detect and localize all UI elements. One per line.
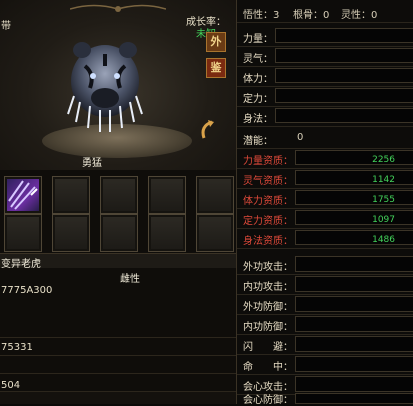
combat-row-inner-defense: 内功防御： bbox=[237, 314, 413, 335]
combat-field-crit-defense bbox=[295, 393, 413, 404]
combat-field-crit-attack bbox=[295, 376, 413, 392]
skill-slot-2[interactable] bbox=[52, 176, 90, 214]
talent-row: 悟性：3 根骨：0 灵性：0 bbox=[237, 0, 413, 23]
num-row-1: 75331 bbox=[0, 338, 236, 356]
stat-row-spirit: 灵气： bbox=[237, 46, 413, 67]
tiger-pet-image bbox=[67, 42, 143, 132]
pet-gender: 雌性 bbox=[120, 274, 140, 285]
aptitude-label-spirit: 灵气资质： bbox=[243, 176, 293, 187]
pet-portrait-area: 带 成长率： 未知 外 鉴 bbox=[0, 0, 236, 171]
aptitude-row-strength: 力量资质： 2256 bbox=[237, 148, 413, 169]
lightning-skill-icon bbox=[8, 180, 38, 210]
aptitude-row-agility: 身法资质： 1486 bbox=[237, 228, 413, 249]
aptitude-value-spirit: 1142 bbox=[372, 175, 395, 185]
combat-field-inner-defense bbox=[295, 316, 413, 332]
aptitude-value-strength: 2256 bbox=[372, 155, 395, 165]
spirit-value: 灵性：0 bbox=[341, 10, 378, 21]
pet-trait: 勇猛 bbox=[82, 158, 102, 169]
aptitude-label-vitality: 体力资质： bbox=[243, 196, 293, 207]
pet-attributes-panel: 悟性：3 根骨：0 灵性：0 力量： 灵气： 体力： 定力： 身法： 潜能： 0… bbox=[236, 0, 413, 406]
pet-left-panel: 带 成长率： 未知 外 鉴 bbox=[0, 0, 236, 404]
stat-label-agility: 身法： bbox=[243, 114, 273, 125]
aptitude-bar-spirit: 1142 bbox=[295, 170, 413, 185]
pet-id: 7775A300 bbox=[1, 285, 53, 296]
aptitude-value-vitality: 1755 bbox=[372, 195, 395, 205]
skill-slot-8[interactable] bbox=[100, 214, 138, 252]
skill-slot-3[interactable] bbox=[100, 176, 138, 214]
appraise-button[interactable]: 鉴 bbox=[206, 58, 226, 78]
aptitude-label-focus: 定力资质： bbox=[243, 216, 293, 227]
stat-field-strength bbox=[275, 28, 413, 43]
skill-slot-7[interactable] bbox=[52, 214, 90, 252]
combat-row-hit: 命 中： bbox=[237, 354, 413, 375]
skill-slot-6[interactable] bbox=[4, 214, 42, 252]
stat-field-focus bbox=[275, 88, 413, 103]
combat-row-dodge: 闪 避： bbox=[237, 334, 413, 355]
aptitude-value-agility: 1486 bbox=[372, 235, 395, 245]
aptitude-bar-agility: 1486 bbox=[295, 230, 413, 245]
pet-type-label: 带 bbox=[1, 21, 11, 32]
combat-label-hit: 命 中： bbox=[243, 362, 293, 373]
skill-slot-9[interactable] bbox=[148, 214, 186, 252]
skill-slot-5[interactable] bbox=[196, 176, 234, 214]
combat-label-dodge: 闪 避： bbox=[243, 342, 293, 353]
aptitude-label-strength: 力量资质： bbox=[243, 156, 293, 167]
skill-slot-4[interactable] bbox=[148, 176, 186, 214]
potential-value: 0 bbox=[297, 132, 304, 143]
stat-row-strength: 力量： bbox=[237, 26, 413, 47]
aptitude-label-agility: 身法资质： bbox=[243, 236, 293, 247]
pet-number-1: 75331 bbox=[1, 342, 33, 353]
aptitude-bar-focus: 1097 bbox=[295, 210, 413, 225]
combat-label-inner-attack: 内功攻击： bbox=[243, 282, 293, 293]
ornament-decoration bbox=[70, 4, 166, 12]
stat-label-vitality: 体力： bbox=[243, 74, 273, 85]
combat-field-hit bbox=[295, 356, 413, 372]
rotate-arrow-icon[interactable] bbox=[196, 118, 218, 142]
stat-label-strength: 力量： bbox=[243, 34, 273, 45]
aptitude-bar-vitality: 1755 bbox=[295, 190, 413, 205]
combat-label-inner-defense: 内功防御： bbox=[243, 322, 293, 333]
combat-row-crit-defense: 会心防御： bbox=[237, 393, 413, 406]
bone-value: 根骨：0 bbox=[293, 10, 330, 21]
stat-row-focus: 定力： bbox=[237, 86, 413, 107]
stat-row-vitality: 体力： bbox=[237, 66, 413, 87]
stat-field-spirit bbox=[275, 48, 413, 63]
aptitude-value-focus: 1097 bbox=[372, 215, 395, 225]
aptitude-bar-strength: 2256 bbox=[295, 150, 413, 165]
skill-slot-grid bbox=[0, 170, 236, 254]
stat-label-focus: 定力： bbox=[243, 94, 273, 105]
combat-row-inner-attack: 内功攻击： bbox=[237, 274, 413, 295]
comprehension-value: 悟性：3 bbox=[243, 10, 280, 21]
external-button[interactable]: 外 bbox=[206, 32, 226, 52]
combat-field-outer-defense bbox=[295, 296, 413, 312]
aptitude-row-focus: 定力资质： 1097 bbox=[237, 208, 413, 229]
num-row-3: 504 bbox=[0, 374, 236, 392]
combat-row-outer-defense: 外功防御： bbox=[237, 294, 413, 315]
id-row: 7775A300 bbox=[0, 285, 236, 338]
combat-field-dodge bbox=[295, 336, 413, 352]
stat-row-agility: 身法： bbox=[237, 106, 413, 127]
skill-slot-1[interactable] bbox=[4, 176, 42, 214]
potential-row: 潜能： 0 bbox=[237, 128, 413, 149]
aptitude-row-vitality: 体力资质： 1755 bbox=[237, 188, 413, 209]
pet-number-2: 504 bbox=[1, 380, 21, 391]
gender-row: 雌性 bbox=[0, 268, 236, 286]
stat-field-vitality bbox=[275, 68, 413, 83]
stat-label-spirit: 灵气： bbox=[243, 54, 273, 65]
aptitude-row-spirit: 灵气资质： 1142 bbox=[237, 168, 413, 189]
num-row-2 bbox=[0, 356, 236, 374]
combat-field-outer-attack bbox=[295, 256, 413, 272]
combat-label-outer-attack: 外功攻击： bbox=[243, 262, 293, 273]
combat-label-outer-defense: 外功防御： bbox=[243, 302, 293, 313]
skill-slot-10[interactable] bbox=[196, 214, 234, 252]
stat-field-agility bbox=[275, 108, 413, 123]
potential-label: 潜能： bbox=[243, 136, 273, 147]
combat-field-inner-attack bbox=[295, 276, 413, 292]
combat-row-outer-attack: 外功攻击： bbox=[237, 254, 413, 275]
